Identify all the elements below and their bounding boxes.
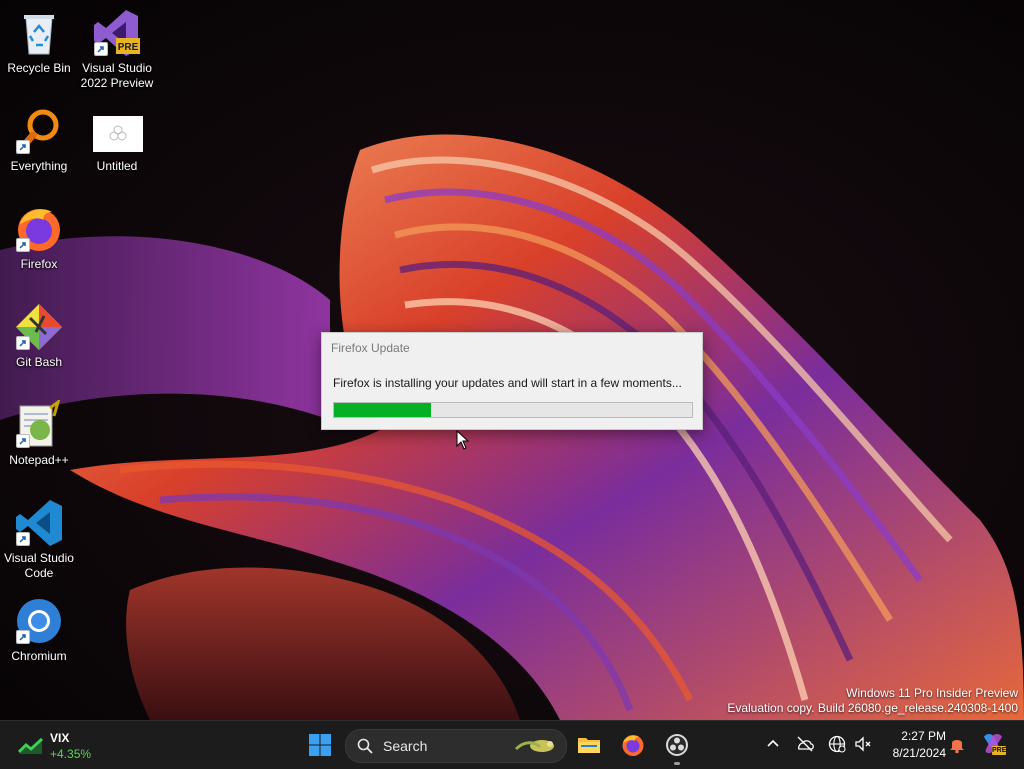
copilot-button[interactable]: PRE <box>980 731 1006 757</box>
clock-date: 8/21/2024 <box>892 746 946 760</box>
stock-trend-icon <box>18 737 44 754</box>
cloud-offline-icon <box>797 736 814 752</box>
desktop-icon-label: Firefox <box>20 257 58 271</box>
desktop-icon-notepad-plus-plus[interactable]: Notepad++ <box>0 400 78 468</box>
network-tray[interactable] <box>826 733 848 755</box>
desktop-icon-chromium[interactable]: Chromium <box>0 596 78 664</box>
clock-time: 2:27 PM <box>901 729 946 743</box>
watermark-line-2: Evaluation copy. Build 26080.ge_release.… <box>727 701 1018 715</box>
firefox-update-dialog[interactable]: Firefox Update Firefox is installing you… <box>321 332 703 430</box>
desktop-icon-everything[interactable]: Everything <box>0 106 78 174</box>
notepad-plus-plus-icon <box>14 400 64 450</box>
desktop-icon-label: Chromium <box>11 649 67 663</box>
vscode-icon <box>14 498 64 548</box>
shortcut-arrow-icon <box>94 42 108 56</box>
desktop-icon-label: Untitled <box>96 159 138 173</box>
taskbar-file-explorer[interactable] <box>569 725 609 765</box>
watermark-line-1: Windows 11 Pro Insider Preview <box>846 686 1018 700</box>
desktop-icon-firefox[interactable]: Firefox <box>0 204 78 272</box>
desktop-icon-label: Notepad++ <box>9 453 69 467</box>
everything-icon <box>14 106 64 156</box>
search-icon <box>357 738 373 754</box>
shortcut-arrow-icon <box>16 434 30 448</box>
desktop-icon-visual-studio-2022-preview[interactable]: PRE Visual Studio 2022 Preview <box>78 8 156 91</box>
chromium-icon <box>14 596 64 646</box>
desktop-icon-label: Everything <box>10 159 68 173</box>
firefox-icon <box>14 204 64 254</box>
dialog-message: Firefox is installing your updates and w… <box>333 376 682 390</box>
taskbar-search-box[interactable]: Search <box>345 729 567 763</box>
volume-muted-icon <box>855 736 871 752</box>
shortcut-arrow-icon <box>16 238 30 252</box>
recycle-bin-icon <box>14 8 64 58</box>
show-hidden-icons-button[interactable] <box>762 733 784 755</box>
taskbar: VIX +4.35% Search 2:27 PM 8/21/2024 PRE <box>0 720 1024 769</box>
taskbar-obs[interactable] <box>657 725 697 765</box>
firefox-icon <box>622 735 644 756</box>
search-highlight-icon <box>514 740 554 752</box>
windows-watermark: Windows 11 Pro Insider Preview Evaluatio… <box>727 686 1018 716</box>
shortcut-arrow-icon <box>16 336 30 350</box>
desktop-icon-recycle-bin[interactable]: Recycle Bin <box>0 8 78 76</box>
copilot-pre-badge: PRE <box>992 747 1007 754</box>
shortcut-arrow-icon <box>16 140 30 154</box>
volume-tray[interactable] <box>852 733 874 755</box>
file-explorer-icon <box>578 738 600 753</box>
mouse-cursor-icon <box>456 430 470 450</box>
pre-badge: PRE <box>117 42 139 53</box>
desktop-icon-untitled[interactable]: Untitled <box>78 106 156 174</box>
stock-widget[interactable]: VIX +4.35% <box>16 729 126 761</box>
shortcut-arrow-icon <box>16 630 30 644</box>
desktop-icon-label: Visual Studio Code <box>4 551 74 580</box>
widget-change: +4.35% <box>50 747 92 761</box>
desktop-icon-label: Visual Studio 2022 Preview <box>80 61 154 90</box>
taskbar-clock[interactable]: 2:27 PM 8/21/2024 <box>880 728 946 762</box>
git-bash-icon <box>14 302 64 352</box>
start-button[interactable] <box>300 725 340 765</box>
globe-icon <box>828 735 846 753</box>
onedrive-tray[interactable] <box>794 733 816 755</box>
desktop-icon-visual-studio-code[interactable]: Visual Studio Code <box>0 498 78 581</box>
bell-icon <box>950 740 964 754</box>
chevron-up-icon <box>767 739 779 747</box>
progress-fill <box>334 403 431 417</box>
taskbar-firefox[interactable] <box>613 725 653 765</box>
desktop-icon-git-bash[interactable]: Git Bash <box>0 302 78 370</box>
desktop-icon-label: Git Bash <box>15 355 63 369</box>
desktop-icon-label: Recycle Bin <box>7 61 71 75</box>
image-file-icon <box>93 106 143 156</box>
shortcut-arrow-icon <box>16 532 30 546</box>
windows-start-icon <box>309 734 331 756</box>
dialog-title: Firefox Update <box>331 341 410 355</box>
obs-icon <box>666 734 688 756</box>
visual-studio-icon: PRE <box>92 8 142 58</box>
update-progress-bar <box>333 402 693 418</box>
search-placeholder: Search <box>383 738 428 754</box>
widget-ticker: VIX <box>50 731 70 745</box>
notifications-button[interactable] <box>946 733 968 755</box>
running-indicator <box>674 762 680 765</box>
